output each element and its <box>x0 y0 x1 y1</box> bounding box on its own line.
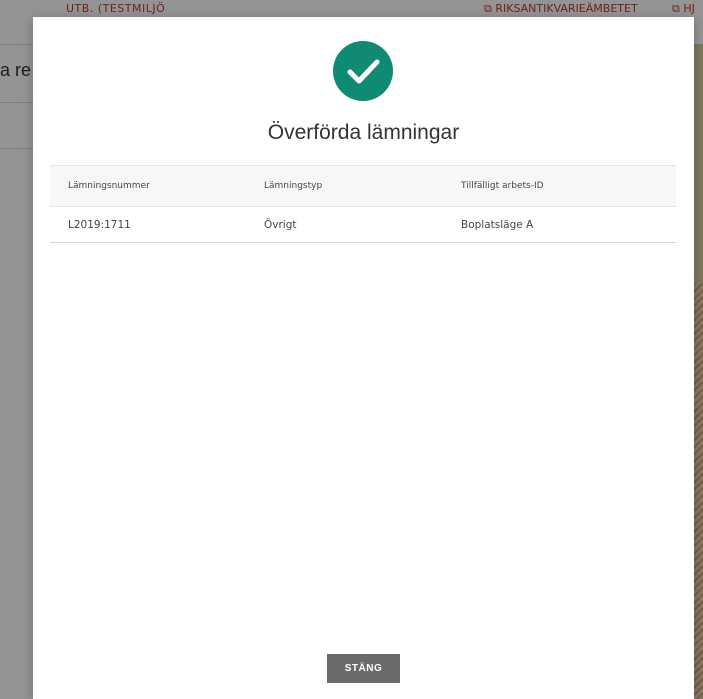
cell-lamningstyp: Övrigt <box>264 218 297 231</box>
column-header-lamningstyp: Lämningstyp <box>264 181 323 191</box>
column-header-lamningsnummer: Lämningsnummer <box>68 181 150 191</box>
remains-table: Lämningsnummer Lämningstyp Tillfälligt a… <box>50 165 676 243</box>
table-header-row: Lämningsnummer Lämningstyp Tillfälligt a… <box>50 165 676 207</box>
cell-arbets-id: Boplatsläge A <box>461 218 534 231</box>
cell-lamningsnummer: L2019:1711 <box>68 218 131 231</box>
check-icon <box>333 41 393 101</box>
column-header-arbets-id: Tillfälligt arbets-ID <box>461 181 544 191</box>
close-button[interactable]: STÄNG <box>327 654 400 683</box>
table-row: L2019:1711 Övrigt Boplatsläge A <box>50 207 676 243</box>
dialog-title: Överförda lämningar <box>267 121 460 144</box>
transferred-remains-dialog: Överförda lämningar Lämningsnummer Lämni… <box>33 17 694 699</box>
